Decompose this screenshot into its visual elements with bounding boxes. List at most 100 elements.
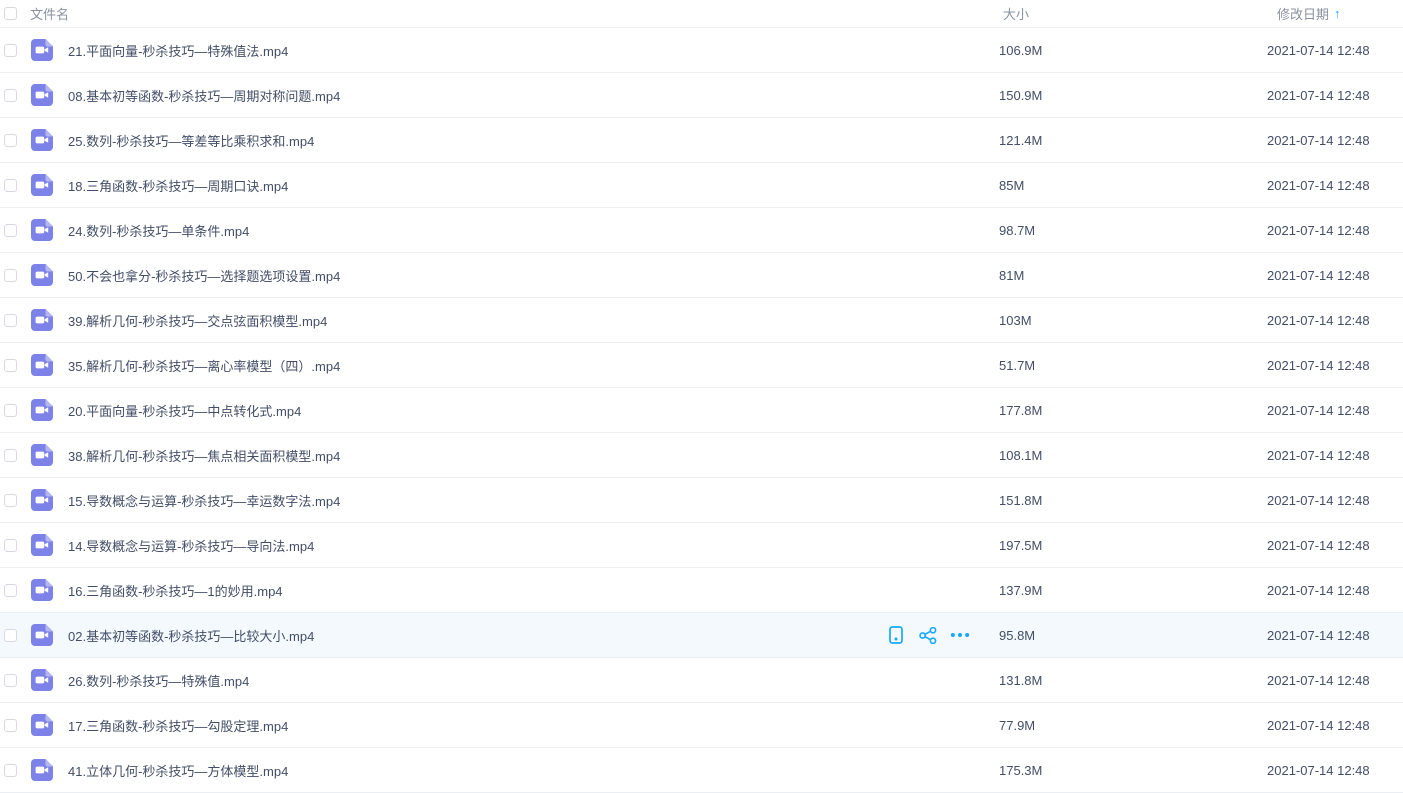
row-checkbox[interactable] <box>4 359 17 372</box>
table-row[interactable]: 35.解析几何-秒杀技巧—离心率模型（四）.mp4 <box>0 343 1403 388</box>
file-date: 2021-07-14 12:48 <box>1267 403 1403 418</box>
table-row[interactable]: 20.平面向量-秒杀技巧—中点转化式.mp4 <box>0 388 1403 433</box>
row-checkbox[interactable] <box>4 134 17 147</box>
select-all-checkbox[interactable] <box>4 7 17 20</box>
file-name[interactable]: 21.平面向量-秒杀技巧—特殊值法.mp4 <box>68 41 875 60</box>
file-date: 2021-07-14 12:48 <box>1267 88 1403 103</box>
video-file-icon <box>31 714 53 736</box>
row-checkbox[interactable] <box>4 224 17 237</box>
table-row[interactable]: 24.数列-秒杀技巧—单条件.mp4 <box>0 208 1403 253</box>
file-name[interactable]: 38.解析几何-秒杀技巧—焦点相关面积模型.mp4 <box>68 446 875 465</box>
file-date: 2021-07-14 12:48 <box>1267 718 1403 733</box>
video-file-icon <box>31 399 53 421</box>
table-row[interactable]: 16.三角函数-秒杀技巧—1的妙用.mp4 <box>0 568 1403 613</box>
video-file-icon <box>31 669 53 691</box>
row-checkbox[interactable] <box>4 44 17 57</box>
file-name[interactable]: 41.立体几何-秒杀技巧—方体模型.mp4 <box>68 761 875 780</box>
column-header-filename[interactable]: 文件名 <box>30 4 999 23</box>
row-checkbox[interactable] <box>4 629 17 642</box>
table-row[interactable]: 21.平面向量-秒杀技巧—特殊值法.mp4 <box>0 28 1403 73</box>
row-checkbox[interactable] <box>4 674 17 687</box>
file-date: 2021-07-14 12:48 <box>1267 493 1403 508</box>
table-row[interactable]: 17.三角函数-秒杀技巧—勾股定理.mp4 <box>0 703 1403 748</box>
table-row[interactable]: 50.不会也拿分-秒杀技巧—选择题选项设置.mp4 <box>0 253 1403 298</box>
file-size: 103M <box>999 313 1267 328</box>
file-date: 2021-07-14 12:48 <box>1267 673 1403 688</box>
row-checkbox[interactable] <box>4 89 17 102</box>
row-checkbox[interactable] <box>4 539 17 552</box>
file-name[interactable]: 24.数列-秒杀技巧—单条件.mp4 <box>68 221 875 240</box>
file-size: 151.8M <box>999 493 1267 508</box>
video-file-icon <box>31 174 53 196</box>
file-size: 121.4M <box>999 133 1267 148</box>
file-size: 175.3M <box>999 763 1267 778</box>
video-file-icon <box>31 624 53 646</box>
row-checkbox[interactable] <box>4 404 17 417</box>
file-name[interactable]: 02.基本初等函数-秒杀技巧—比较大小.mp4 <box>68 626 875 645</box>
file-name[interactable]: 26.数列-秒杀技巧—特殊值.mp4 <box>68 671 875 690</box>
file-date: 2021-07-14 12:48 <box>1267 538 1403 553</box>
column-header-date-label: 修改日期 <box>1277 4 1329 23</box>
file-name[interactable]: 50.不会也拿分-秒杀技巧—选择题选项设置.mp4 <box>68 266 875 285</box>
table-row[interactable]: 26.数列-秒杀技巧—特殊值.mp4 <box>0 658 1403 703</box>
row-checkbox[interactable] <box>4 494 17 507</box>
video-file-icon <box>31 129 53 151</box>
row-checkbox[interactable] <box>4 764 17 777</box>
row-checkbox[interactable] <box>4 269 17 282</box>
file-size: 77.9M <box>999 718 1267 733</box>
video-file-icon <box>31 354 53 376</box>
video-file-icon <box>31 39 53 61</box>
file-date: 2021-07-14 12:48 <box>1267 223 1403 238</box>
file-name[interactable]: 35.解析几何-秒杀技巧—离心率模型（四）.mp4 <box>68 356 875 375</box>
file-date: 2021-07-14 12:48 <box>1267 313 1403 328</box>
row-actions <box>875 626 970 644</box>
video-file-icon <box>31 489 53 511</box>
file-size: 85M <box>999 178 1267 193</box>
file-date: 2021-07-14 12:48 <box>1267 628 1403 643</box>
table-row[interactable]: 18.三角函数-秒杀技巧—周期口诀.mp4 <box>0 163 1403 208</box>
row-checkbox[interactable] <box>4 179 17 192</box>
column-header-size[interactable]: 大小 <box>999 4 1267 23</box>
table-row[interactable]: 25.数列-秒杀技巧—等差等比乘积求和.mp4 <box>0 118 1403 163</box>
file-size: 81M <box>999 268 1267 283</box>
file-size: 177.8M <box>999 403 1267 418</box>
file-name[interactable]: 14.导数概念与运算-秒杀技巧—导向法.mp4 <box>68 536 875 555</box>
file-name[interactable]: 20.平面向量-秒杀技巧—中点转化式.mp4 <box>68 401 875 420</box>
file-name[interactable]: 08.基本初等函数-秒杀技巧—周期对称问题.mp4 <box>68 86 875 105</box>
table-header: 文件名 大小 修改日期 ↑ <box>0 0 1403 28</box>
table-row[interactable]: 14.导数概念与运算-秒杀技巧—导向法.mp4 <box>0 523 1403 568</box>
file-date: 2021-07-14 12:48 <box>1267 448 1403 463</box>
file-name[interactable]: 18.三角函数-秒杀技巧—周期口诀.mp4 <box>68 176 875 195</box>
file-name[interactable]: 15.导数概念与运算-秒杀技巧—幸运数字法.mp4 <box>68 491 875 510</box>
row-checkbox[interactable] <box>4 719 17 732</box>
table-row[interactable]: 39.解析几何-秒杀技巧—交点弦面积模型.mp4 <box>0 298 1403 343</box>
share-icon[interactable] <box>918 626 938 644</box>
file-size: 137.9M <box>999 583 1267 598</box>
file-size: 197.5M <box>999 538 1267 553</box>
table-row[interactable]: 38.解析几何-秒杀技巧—焦点相关面积模型.mp4 <box>0 433 1403 478</box>
table-row[interactable]: 02.基本初等函数-秒杀技巧—比较大小.mp4 <box>0 613 1403 658</box>
file-name[interactable]: 17.三角函数-秒杀技巧—勾股定理.mp4 <box>68 716 875 735</box>
file-name[interactable]: 16.三角函数-秒杀技巧—1的妙用.mp4 <box>68 581 875 600</box>
row-checkbox[interactable] <box>4 584 17 597</box>
video-file-icon <box>31 84 53 106</box>
video-file-icon <box>31 759 53 781</box>
video-file-icon <box>31 264 53 286</box>
column-header-date[interactable]: 修改日期 ↑ <box>1267 4 1403 23</box>
row-checkbox[interactable] <box>4 314 17 327</box>
file-size: 131.8M <box>999 673 1267 688</box>
file-date: 2021-07-14 12:48 <box>1267 358 1403 373</box>
video-file-icon <box>31 534 53 556</box>
save-to-device-icon[interactable] <box>886 626 906 644</box>
more-actions-icon[interactable] <box>950 626 970 644</box>
table-row[interactable]: 08.基本初等函数-秒杀技巧—周期对称问题.mp4 <box>0 73 1403 118</box>
row-checkbox[interactable] <box>4 449 17 462</box>
file-name[interactable]: 39.解析几何-秒杀技巧—交点弦面积模型.mp4 <box>68 311 875 330</box>
file-date: 2021-07-14 12:48 <box>1267 133 1403 148</box>
file-size: 51.7M <box>999 358 1267 373</box>
table-row[interactable]: 15.导数概念与运算-秒杀技巧—幸运数字法.mp4 <box>0 478 1403 523</box>
video-file-icon <box>31 309 53 331</box>
video-file-icon <box>31 579 53 601</box>
table-row[interactable]: 41.立体几何-秒杀技巧—方体模型.mp4 <box>0 748 1403 793</box>
file-name[interactable]: 25.数列-秒杀技巧—等差等比乘积求和.mp4 <box>68 131 875 150</box>
